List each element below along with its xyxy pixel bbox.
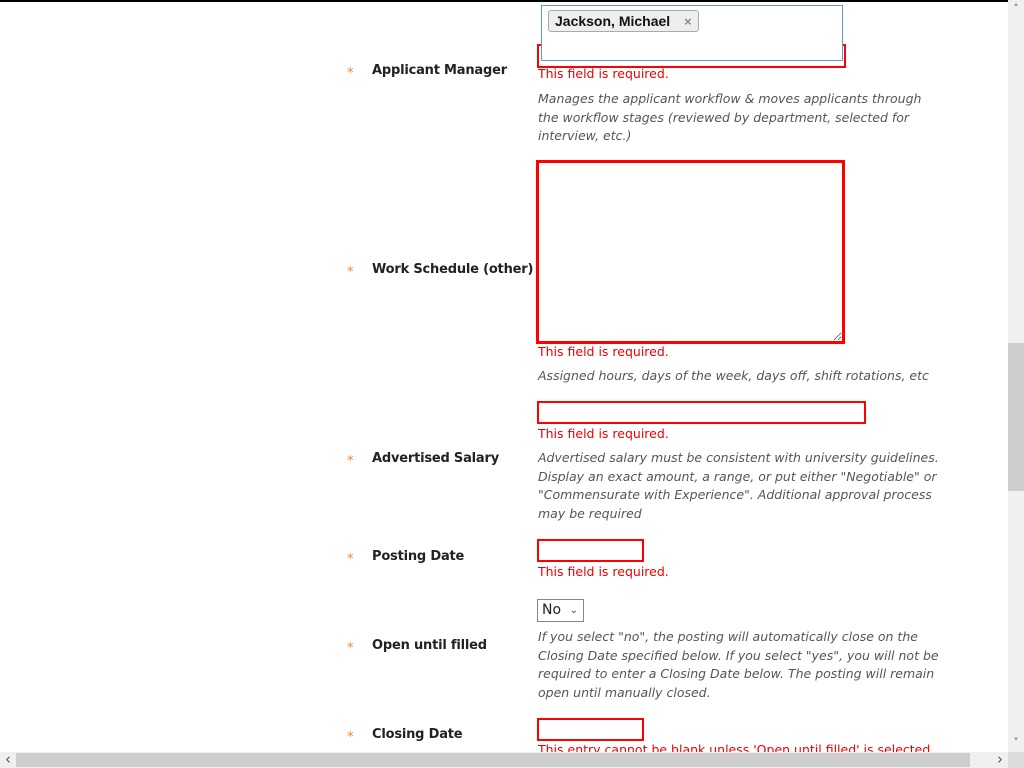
applicant-manager-multiselect[interactable]: Jackson, Michael × — [541, 5, 843, 61]
required-icon: * — [347, 454, 354, 469]
applicant-manager-error: This field is required. — [538, 66, 669, 81]
required-icon: * — [347, 641, 354, 656]
horizontal-scroll-thumb[interactable] — [16, 753, 970, 767]
posting-date-label: Posting Date — [372, 549, 465, 564]
scrollbar-corner — [1008, 752, 1024, 768]
scroll-left-icon[interactable]: ‹ — [0, 752, 16, 767]
posting-date-error: This field is required. — [538, 564, 669, 579]
chevron-down-icon: ⌄ — [569, 605, 578, 616]
required-icon: * — [347, 66, 354, 81]
open-until-filled-help: If you select "no", the posting will aut… — [538, 629, 939, 700]
scroll-right-icon[interactable]: › — [992, 752, 1008, 767]
vertical-scroll-thumb[interactable] — [1008, 343, 1024, 491]
scroll-up-icon[interactable]: ˄ — [1008, 2, 1024, 15]
required-icon: * — [347, 730, 354, 745]
work-schedule-textarea[interactable] — [536, 160, 845, 344]
required-icon: * — [347, 265, 354, 280]
advertised-salary-help: Advertised salary must be consistent wit… — [538, 450, 939, 521]
advertised-salary-error: This field is required. — [538, 426, 669, 441]
work-schedule-label: Work Schedule (other) — [372, 262, 534, 277]
applicant-manager-label: Applicant Manager — [372, 63, 507, 78]
advertised-salary-label: Advertised Salary — [372, 451, 499, 466]
top-border — [0, 0, 1008, 2]
closing-date-input[interactable] — [537, 718, 644, 741]
open-until-filled-label: Open until filled — [372, 638, 487, 653]
work-schedule-error: This field is required. — [538, 344, 669, 359]
work-schedule-help: Assigned hours, days of the week, days o… — [538, 368, 929, 383]
selected-chip: Jackson, Michael × — [548, 10, 699, 32]
scroll-down-icon[interactable]: ˅ — [1008, 736, 1024, 749]
remove-chip-icon[interactable]: × — [684, 14, 692, 29]
required-icon: * — [347, 552, 354, 567]
closing-date-label: Closing Date — [372, 727, 463, 742]
posting-date-input[interactable] — [537, 539, 644, 562]
chip-label: Jackson, Michael — [555, 13, 671, 29]
advertised-salary-input[interactable] — [537, 401, 866, 424]
select-value: No — [542, 602, 562, 618]
open-until-filled-select[interactable]: No ⌄ — [537, 599, 584, 622]
applicant-manager-help: Manages the applicant workflow & moves a… — [538, 91, 922, 143]
